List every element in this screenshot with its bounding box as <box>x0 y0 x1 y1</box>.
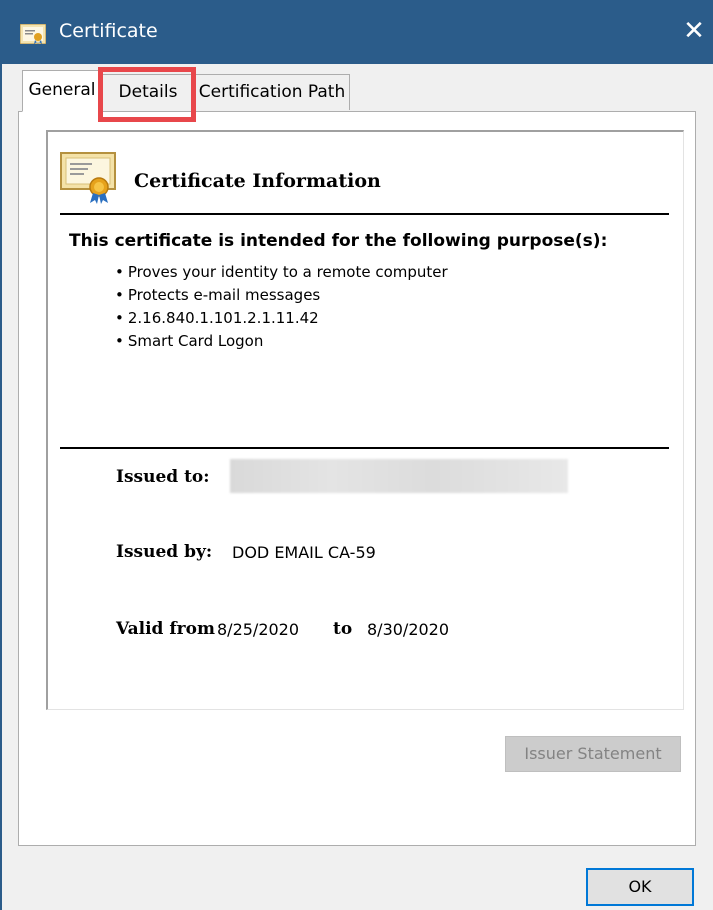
certificate-icon <box>20 24 46 44</box>
tab-general[interactable]: General <box>22 70 102 112</box>
window-title: Certificate <box>59 20 158 42</box>
tab-certification-path[interactable]: Certification Path <box>194 74 350 110</box>
tab-details[interactable]: Details <box>102 74 194 110</box>
valid-to-label: to <box>333 619 353 639</box>
close-icon: ✕ <box>683 16 705 46</box>
divider <box>60 213 669 215</box>
issued-to-label: Issued to: <box>116 467 210 487</box>
window-edge <box>0 64 2 910</box>
purpose-list: Proves your identity to a remote compute… <box>115 261 448 353</box>
purpose-heading: This certificate is intended for the fol… <box>69 231 608 251</box>
divider <box>60 447 669 449</box>
issuer-statement-button[interactable]: Issuer Statement <box>505 736 681 772</box>
certificate-info-heading: Certificate Information <box>134 170 381 192</box>
certificate-dialog: Certificate ✕ General Details Certificat… <box>0 0 713 910</box>
issued-by-label: Issued by: <box>116 542 213 562</box>
ok-button[interactable]: OK <box>586 868 694 906</box>
issued-by-value: DOD EMAIL CA-59 <box>232 543 376 562</box>
purpose-item: Proves your identity to a remote compute… <box>115 261 448 284</box>
purpose-item: Smart Card Logon <box>115 330 448 353</box>
title-bar: Certificate ✕ <box>0 0 713 64</box>
issued-to-value-redacted <box>230 459 568 493</box>
valid-to-value: 8/30/2020 <box>367 620 450 639</box>
valid-from-label: Valid from <box>116 619 215 639</box>
purpose-item: Protects e-mail messages <box>115 284 448 307</box>
purpose-item: 2.16.840.1.101.2.1.11.42 <box>115 307 448 330</box>
certificate-ribbon-icon <box>60 152 116 204</box>
close-button[interactable]: ✕ <box>678 16 710 48</box>
valid-from-value: 8/25/2020 <box>217 620 300 639</box>
